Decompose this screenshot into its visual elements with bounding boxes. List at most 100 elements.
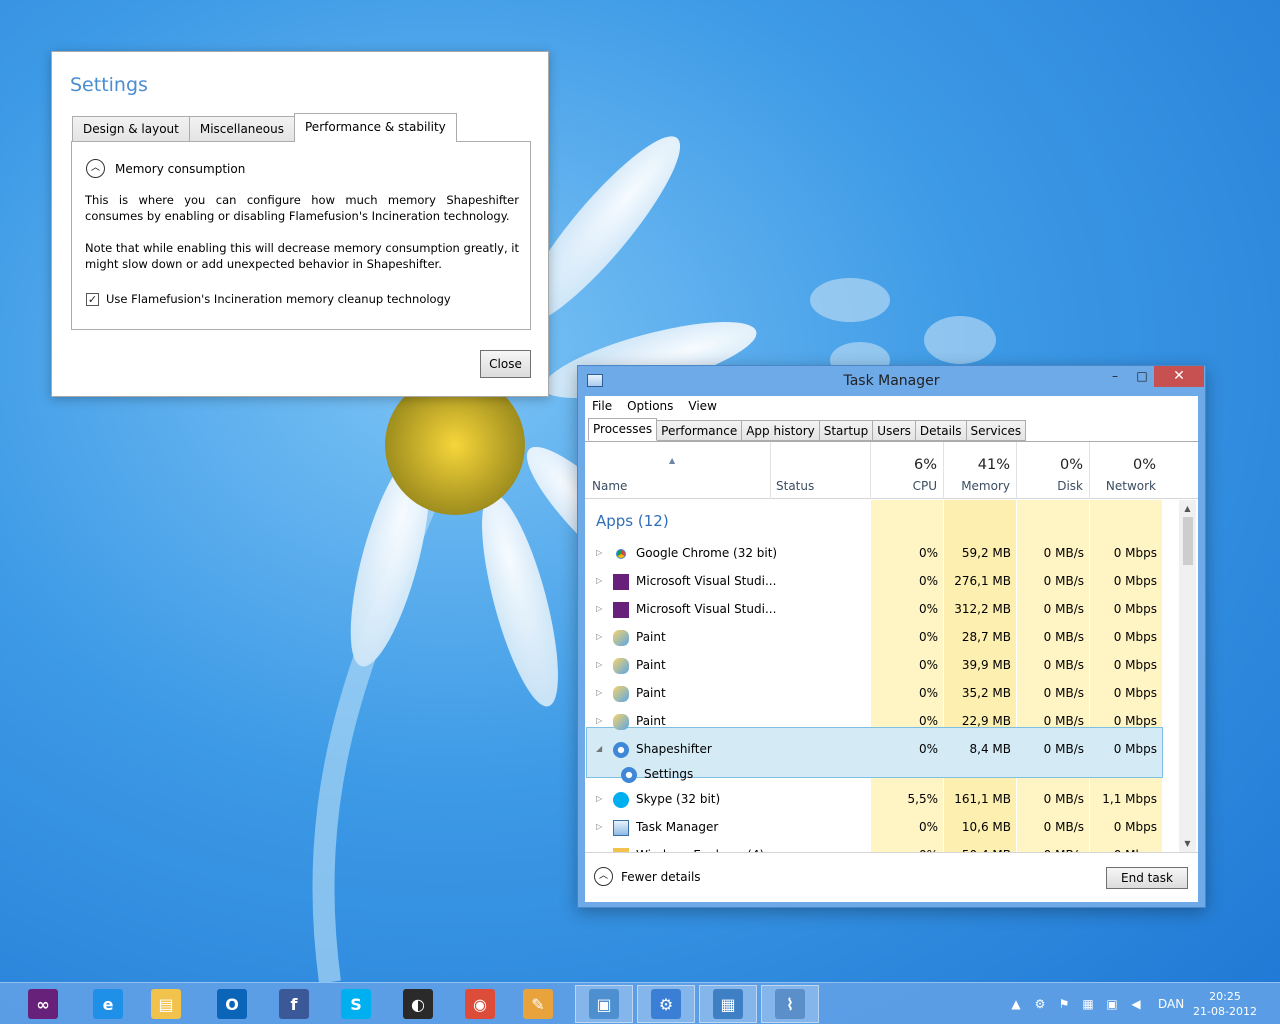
collapse-chevron-up-icon[interactable]: ︿ — [86, 159, 105, 178]
menu-file[interactable]: File — [592, 396, 612, 416]
table-row[interactable]: ▷ Microsoft Visual Studi... 0% 312,2 MB 0 MB… — [585, 596, 1162, 624]
fewer-details-link[interactable]: ︿ Fewer details — [594, 867, 701, 886]
maximize-button[interactable]: □ — [1129, 366, 1155, 387]
process-name: Shapeshifter — [636, 742, 712, 756]
taskbar-photos[interactable]: ▣ — [575, 985, 633, 1023]
table-row[interactable]: ▷ Paint 0% 39,9 MB 0 MB/s 0 Mbps — [585, 652, 1162, 680]
column-name[interactable]: Name — [592, 479, 627, 493]
process-memory: 39,9 MB — [961, 658, 1011, 672]
network-icon[interactable]: ▦ — [1080, 996, 1096, 1012]
tab-processes[interactable]: Processes — [588, 418, 658, 441]
process-disk: 0 MB/s — [1043, 546, 1084, 560]
clock[interactable]: 20:25 21-08-2012 — [1192, 989, 1258, 1019]
taskbar-file-explorer[interactable]: ▤ — [137, 985, 195, 1023]
taskbar-skype[interactable]: S — [327, 985, 385, 1023]
incineration-checkbox[interactable]: ✓ — [86, 292, 99, 306]
expand-arrow-icon[interactable]: ▷ — [596, 794, 602, 803]
process-name: Paint — [636, 714, 666, 728]
incineration-checkbox-row[interactable]: ✓ Use Flamefusion's Incineration memory … — [86, 292, 451, 306]
tab-performance-stability[interactable]: Performance & stability — [294, 113, 457, 142]
tab-performance[interactable]: Performance — [656, 420, 743, 441]
file-explorer-icon: ▤ — [151, 989, 181, 1019]
taskbar-paint[interactable]: ✎ — [509, 985, 567, 1023]
expand-arrow-icon[interactable]: ▷ — [596, 632, 602, 641]
process-memory: 22,9 MB — [961, 714, 1011, 728]
clock-time: 20:25 — [1209, 990, 1241, 1003]
minimize-button[interactable]: – — [1102, 366, 1128, 387]
memory-section-header[interactable]: ︿ Memory consumption — [86, 159, 245, 178]
taskbar-chrome[interactable]: ◉ — [451, 985, 509, 1023]
table-row[interactable]: ▷ Microsoft Visual Studi... 0% 276,1 MB 0 MB… — [585, 568, 1162, 596]
gear-tray-icon[interactable]: ⚙ — [1032, 996, 1048, 1012]
flag-icon[interactable]: ⚑ — [1056, 996, 1072, 1012]
collapse-arrow-icon[interactable]: ◢ — [596, 744, 602, 753]
table-row[interactable]: ▷ Skype (32 bit) 5,5% 161,1 MB 0 MB/s 1,1 Mbp… — [585, 786, 1162, 814]
checkbox-label: Use Flamefusion's Incineration memory cl… — [106, 292, 451, 306]
taskbar-shapeshifter-app[interactable]: ◐ — [389, 985, 447, 1023]
settings-tab-panel: ︿ Memory consumption This is where you c… — [71, 141, 531, 330]
taskbar-outlook[interactable]: O — [203, 985, 261, 1023]
table-row[interactable]: ◢ Shapeshifter 0% 8,4 MB 0 MB/s 0 Mbps — [585, 736, 1162, 764]
taskbar-facebook[interactable]: f — [265, 985, 323, 1023]
language-indicator[interactable]: DAN — [1158, 997, 1184, 1011]
taskbar-gear-app[interactable]: ⚙ — [637, 985, 695, 1023]
expand-arrow-icon[interactable]: ▷ — [596, 716, 602, 725]
process-name: Paint — [636, 686, 666, 700]
gear-icon — [621, 767, 637, 783]
expand-arrow-icon[interactable]: ▷ — [596, 688, 602, 697]
tab-design-layout[interactable]: Design & layout — [72, 116, 190, 142]
close-window-button[interactable]: ✕ — [1154, 366, 1204, 387]
scroll-down-icon[interactable]: ▼ — [1179, 835, 1196, 852]
tab-app-history[interactable]: App history — [741, 420, 820, 441]
tab-startup[interactable]: Startup — [818, 420, 874, 441]
column-status[interactable]: Status — [776, 479, 814, 493]
vertical-scrollbar[interactable]: ▲ ▼ — [1179, 500, 1196, 852]
process-memory: 312,2 MB — [954, 602, 1011, 616]
process-disk: 0 MB/s — [1043, 574, 1084, 588]
apps-group-header[interactable]: Apps (12) — [596, 512, 669, 530]
scroll-up-icon[interactable]: ▲ — [1179, 500, 1196, 517]
column-disk[interactable]: 0% Disk — [1016, 442, 1089, 499]
expand-arrow-icon[interactable]: ▷ — [596, 576, 602, 585]
show-hidden-icons-chevron-icon[interactable]: ▲ — [1008, 996, 1024, 1012]
table-row[interactable]: ▷ Google Chrome (32 bit) 0% 59,2 MB 0 MB/s 0 … — [585, 540, 1162, 568]
expand-arrow-icon[interactable]: ▷ — [596, 604, 602, 613]
process-cpu: 0% — [918, 742, 938, 756]
section-title: Memory consumption — [115, 161, 246, 176]
table-row[interactable]: ▷ Paint 0% 28,7 MB 0 MB/s 0 Mbps — [585, 624, 1162, 652]
table-row[interactable]: ▷ Task Manager 0% 10,6 MB 0 MB/s 0 Mbps — [585, 814, 1162, 842]
expand-arrow-icon[interactable]: ▷ — [596, 822, 602, 831]
tab-services[interactable]: Services — [965, 420, 1027, 441]
table-row[interactable]: ▷Windows Explorer (4)0%50,4 MB0 MB/s0 Mb… — [585, 842, 1162, 852]
paint-icon: ✎ — [523, 989, 553, 1019]
menu-options[interactable]: Options — [627, 396, 673, 416]
tab-users[interactable]: Users — [872, 420, 916, 441]
tab-miscellaneous[interactable]: Miscellaneous — [188, 116, 295, 142]
menu-view[interactable]: View — [688, 396, 716, 416]
volume-icon[interactable]: ◀ — [1128, 996, 1144, 1012]
close-button[interactable]: Close — [480, 350, 531, 378]
column-network[interactable]: 0% Network — [1089, 442, 1162, 499]
expand-arrow-icon[interactable]: ▷ — [596, 660, 602, 669]
child-process-row[interactable]: Settings — [585, 761, 1162, 789]
process-cpu: 0% — [918, 714, 938, 728]
taskbar-task-manager[interactable]: ⌇ — [761, 985, 819, 1023]
column-cpu[interactable]: 6% CPU — [870, 442, 943, 499]
outlook-icon: O — [217, 989, 247, 1019]
shapeshifter-app-icon: ◐ — [403, 989, 433, 1019]
title-bar[interactable]: Task Manager – □ ✕ — [578, 366, 1205, 396]
end-task-button[interactable]: End task — [1106, 867, 1188, 889]
taskbar-control-panel[interactable]: ▦ — [699, 985, 757, 1023]
tab-details[interactable]: Details — [914, 420, 967, 441]
network-total: 0% — [1132, 457, 1156, 473]
taskbar-visual-studio[interactable]: ∞ — [14, 985, 72, 1023]
column-memory[interactable]: 41% Memory — [943, 442, 1016, 499]
scroll-thumb[interactable] — [1183, 517, 1193, 565]
table-row[interactable]: ▷ Paint 0% 22,9 MB 0 MB/s 0 Mbps — [585, 708, 1162, 736]
monitor-icon[interactable]: ▣ — [1104, 996, 1120, 1012]
taskbar-internet-explorer[interactable]: e — [79, 985, 137, 1023]
paint-icon — [613, 658, 629, 674]
expand-arrow-icon[interactable]: ▷ — [596, 548, 602, 557]
table-row[interactable]: ▷ Paint 0% 35,2 MB 0 MB/s 0 Mbps — [585, 680, 1162, 708]
sort-up-icon: ▲ — [669, 456, 676, 465]
